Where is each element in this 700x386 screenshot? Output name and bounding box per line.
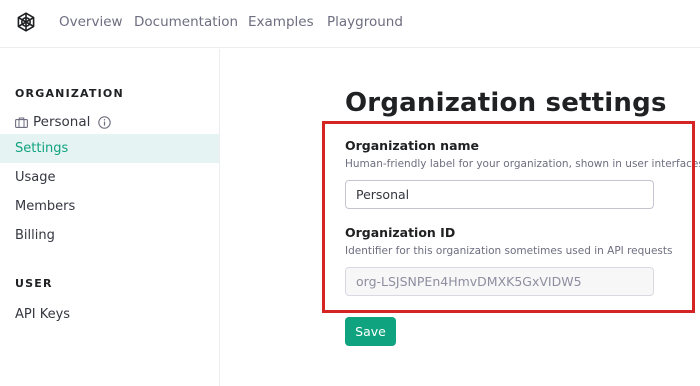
sidebar-item-members[interactable]: Members: [0, 192, 219, 221]
openai-logo-icon[interactable]: [14, 10, 38, 34]
org-id-help-text: Identifier for this organization sometim…: [345, 245, 673, 257]
nav-link-examples[interactable]: Examples: [248, 14, 314, 30]
save-button[interactable]: Save: [345, 317, 396, 346]
org-name-input[interactable]: [345, 180, 654, 209]
nav-link-documentation[interactable]: Documentation: [134, 14, 238, 30]
org-name-label: Organization name: [345, 138, 480, 153]
top-navigation: Overview Documentation Examples Playgrou…: [0, 0, 700, 48]
briefcase-icon: [15, 116, 28, 128]
nav-link-overview[interactable]: Overview: [59, 14, 123, 30]
sidebar: ORGANIZATION Personal Settings Usage Mem…: [0, 49, 220, 386]
nav-link-playground[interactable]: Playground: [327, 14, 403, 30]
org-name-help-text: Human-friendly label for your organizati…: [345, 158, 700, 170]
org-selector[interactable]: Personal: [15, 112, 112, 132]
org-id-input[interactable]: [345, 267, 654, 296]
page-title: Organization settings: [345, 88, 667, 118]
sidebar-heading-user: USER: [15, 277, 53, 290]
info-icon[interactable]: [98, 115, 112, 129]
sidebar-item-api-keys[interactable]: API Keys: [0, 300, 219, 329]
sidebar-heading-organization: ORGANIZATION: [15, 87, 124, 100]
sidebar-item-billing[interactable]: Billing: [0, 221, 219, 250]
org-id-label: Organization ID: [345, 225, 456, 240]
sidebar-item-settings[interactable]: Settings: [0, 134, 219, 163]
org-name-label: Personal: [33, 114, 91, 130]
sidebar-item-usage[interactable]: Usage: [0, 163, 219, 192]
